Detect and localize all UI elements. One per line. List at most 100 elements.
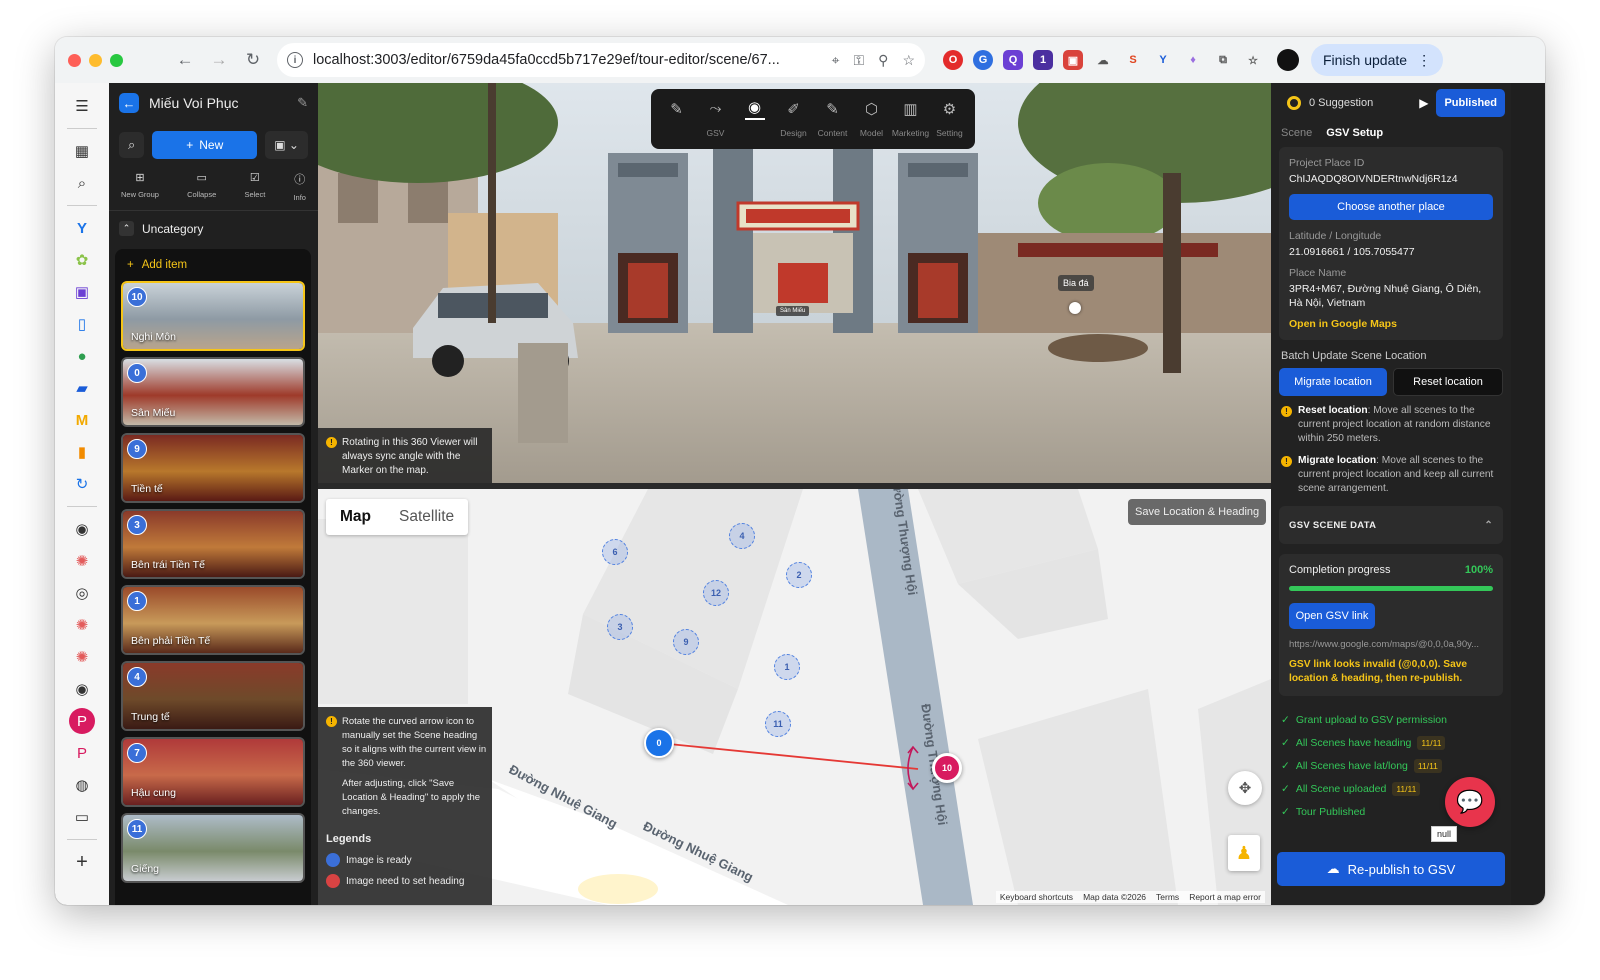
add-app-icon[interactable]: + <box>69 849 95 875</box>
terms-link[interactable]: Terms <box>1156 892 1179 902</box>
category-header[interactable]: ⌃ Uncategory <box>109 211 318 242</box>
location-icon[interactable]: ⌖ <box>832 52 840 69</box>
collapse-button[interactable]: ▭ Collapse <box>187 171 216 202</box>
scene-thumbnail[interactable]: 7 Hậu cung <box>121 737 305 807</box>
puzzle-extension-icon[interactable]: ⧉ <box>1213 50 1233 70</box>
tab-location[interactable]: ◉ <box>735 98 774 140</box>
select-button[interactable]: ☑ Select <box>244 171 265 202</box>
chat-bubble-icon[interactable]: 💬 <box>1445 777 1495 827</box>
current-scene-pin[interactable]: 10 <box>932 753 962 783</box>
scene-marker[interactable]: 1 <box>774 654 800 680</box>
app-analytics-icon[interactable]: ▮ <box>69 439 95 465</box>
scene-marker[interactable]: 4 <box>729 523 755 549</box>
app-book-icon[interactable]: ▰ <box>69 375 95 401</box>
s-extension-icon[interactable]: S <box>1123 50 1143 70</box>
scene-marker[interactable]: 2 <box>786 562 812 588</box>
opera-extension-icon[interactable]: O <box>943 50 963 70</box>
hotspot-label[interactable]: Bia đá <box>1058 275 1094 291</box>
address-bar[interactable]: i localhost:3003/editor/6759da45fa0ccd5b… <box>277 43 925 77</box>
badge-extension-icon[interactable]: 1 <box>1033 50 1053 70</box>
tab-content[interactable]: ✎ Content <box>813 100 852 138</box>
save-location-heading-button[interactable]: Save Location & Heading <box>1128 499 1267 525</box>
info-button[interactable]: ⓘ Info <box>293 171 306 202</box>
app-m-icon[interactable]: M <box>69 407 95 433</box>
app-flower-3-icon[interactable]: ✺ <box>69 644 95 670</box>
key-icon[interactable]: ⚿ <box>854 52 865 69</box>
new-group-button[interactable]: ⊞ New Group <box>121 171 159 202</box>
app-leaf-icon[interactable]: ✿ <box>69 247 95 273</box>
purple-extension-icon[interactable]: Q <box>1003 50 1023 70</box>
open-gsv-link-button[interactable]: Open GSV link <box>1289 603 1375 629</box>
tab-map[interactable]: Map <box>326 499 385 535</box>
scene-marker[interactable]: 6 <box>602 539 628 565</box>
app-ai-2-icon[interactable]: ◉ <box>69 676 95 702</box>
zoom-icon[interactable]: ⚲ <box>878 52 888 69</box>
new-scene-button[interactable]: + New <box>152 131 258 159</box>
site-info-icon[interactable]: i <box>287 52 303 68</box>
cloud-extension-icon[interactable]: ☁ <box>1093 50 1113 70</box>
add-item-button[interactable]: + Add item <box>115 249 311 281</box>
scene-thumbnail[interactable]: 0 Sân Miếu <box>121 357 305 427</box>
tab-setting[interactable]: ⚙ Setting <box>930 100 969 138</box>
tab-marketing[interactable]: ▥ Marketing <box>891 100 930 138</box>
bookmarks-icon[interactable]: ☆ <box>1243 50 1263 70</box>
tab-satellite[interactable]: Satellite <box>385 499 468 535</box>
map-view[interactable]: Đường Nhuệ Giang Đường Nhuệ Giang Đường … <box>318 489 1271 905</box>
scene-marker[interactable]: 12 <box>703 580 729 606</box>
tab-edit[interactable]: ✎ <box>657 100 696 138</box>
tab-gsv-setup[interactable]: GSV Setup <box>1326 127 1383 139</box>
app-p-icon[interactable]: P <box>69 740 95 766</box>
search-icon[interactable]: ⌕ <box>119 132 145 158</box>
close-window-button[interactable] <box>68 53 81 67</box>
scene-link-label[interactable]: Sân Miếu <box>776 306 810 316</box>
app-flower-icon[interactable]: ✺ <box>69 548 95 574</box>
scene-thumbnail[interactable]: 1 Bên phải Tiền Tế <box>121 585 305 655</box>
scene-marker[interactable]: 9 <box>673 629 699 655</box>
scene-thumbnail[interactable]: 3 Bên trái Tiền Tế <box>121 509 305 579</box>
migrate-location-button[interactable]: Migrate location <box>1279 368 1387 396</box>
minimize-window-button[interactable] <box>89 53 102 67</box>
y-extension-icon[interactable]: Y <box>1153 50 1173 70</box>
hotspot-marker[interactable] <box>1069 302 1081 314</box>
tab-model[interactable]: ⬡ Model <box>852 100 891 138</box>
maximize-window-button[interactable] <box>110 53 123 67</box>
reset-location-button[interactable]: Reset location <box>1393 368 1503 396</box>
profile-avatar[interactable] <box>1277 49 1299 71</box>
published-button[interactable]: Published <box>1436 89 1505 117</box>
scene-thumbnail[interactable]: 10 Nghi Môn <box>121 281 305 351</box>
app-circle-icon[interactable]: ● <box>69 343 95 369</box>
red-extension-icon[interactable]: ▣ <box>1063 50 1083 70</box>
pan-control-icon[interactable]: ✥ <box>1228 771 1262 805</box>
pegman-icon[interactable]: ♟ <box>1228 835 1260 871</box>
app-ai-icon[interactable]: ◉ <box>69 516 95 542</box>
image-type-dropdown[interactable]: ▣ ⌄ <box>265 131 308 159</box>
forward-arrow-icon[interactable]: → <box>207 48 231 72</box>
republish-gsv-button[interactable]: ☁ Re-publish to GSV <box>1277 852 1505 886</box>
open-google-maps-link[interactable]: Open in Google Maps <box>1289 318 1493 330</box>
app-flower-2-icon[interactable]: ✺ <box>69 612 95 638</box>
play-icon[interactable]: ▶ <box>1419 96 1428 110</box>
app-dd-icon[interactable]: ▭ <box>69 804 95 830</box>
gsv-scene-data-accordion[interactable]: GSV SCENE DATA ⌃ <box>1279 506 1503 544</box>
star-icon[interactable]: ☆ <box>902 52 915 69</box>
pano-viewer[interactable]: Bia đá Sân Miếu ✎ ⤳ GSV ◉ ✐ Design ✎ Conten… <box>318 83 1271 483</box>
app-p-active-icon[interactable]: P <box>69 708 95 734</box>
scene-thumbnail[interactable]: 9 Tiền tế <box>121 433 305 503</box>
scene-thumbnail[interactable]: 11 Giếng <box>121 813 305 883</box>
edit-title-icon[interactable]: ✎ <box>297 95 308 111</box>
app-y-icon[interactable]: Y <box>69 215 95 241</box>
report-error-link[interactable]: Report a map error <box>1189 892 1261 902</box>
scene-marker-selected[interactable]: 0 <box>644 728 674 758</box>
finish-update-button[interactable]: Finish update ⋮ <box>1311 44 1444 76</box>
keyboard-shortcuts-link[interactable]: Keyboard shortcuts <box>1000 892 1073 902</box>
scene-marker[interactable]: 11 <box>765 711 791 737</box>
flame-extension-icon[interactable]: ♦ <box>1183 50 1203 70</box>
suggestion-count[interactable]: 0 Suggestion <box>1309 97 1373 109</box>
tab-scene[interactable]: Scene <box>1281 127 1312 139</box>
grid-icon[interactable]: ▦ <box>69 138 95 164</box>
collapse-menu-icon[interactable]: ☰ <box>69 93 95 119</box>
search-list-icon[interactable]: ⌕ <box>69 170 95 196</box>
back-arrow-icon[interactable]: ← <box>173 48 197 72</box>
blue-extension-icon[interactable]: G <box>973 50 993 70</box>
app-chat-icon[interactable]: ▣ <box>69 279 95 305</box>
